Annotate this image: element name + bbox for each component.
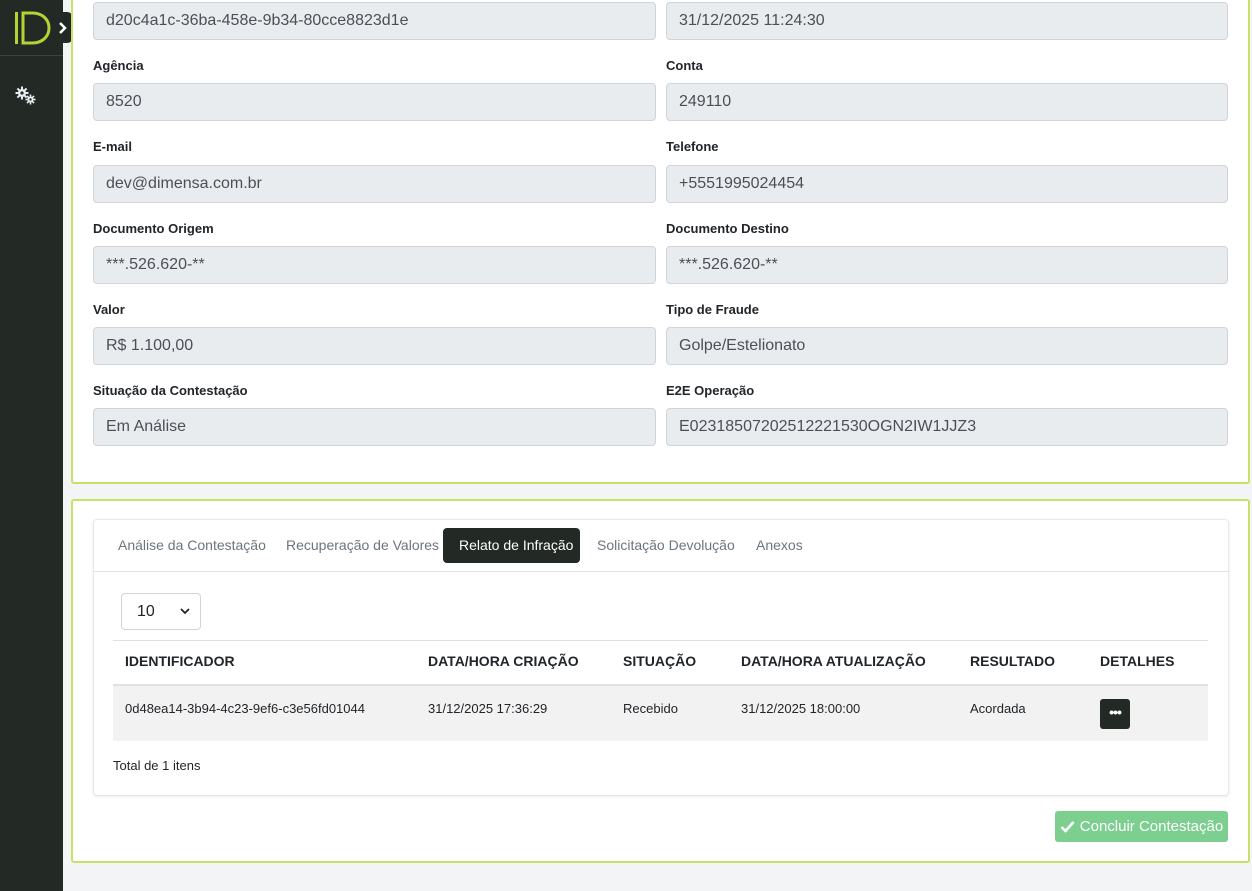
header-data-criacao: DATA/HORA CRIAÇÃO <box>428 653 579 669</box>
e2e-operacao-label: E2E Operação <box>666 383 755 398</box>
header-resultado: RESULTADO <box>970 653 1056 669</box>
tab-analise-contestacao[interactable]: Análise da Contestação <box>102 528 282 563</box>
cell-identificador: 0d48ea14-3b94-4c23-9ef6-c3e56fd01044 <box>125 701 365 716</box>
header-situacao: SITUAÇÃO <box>623 653 697 669</box>
conclude-contestation-button[interactable]: Concluir Contestação <box>1055 811 1228 842</box>
telefone-field[interactable]: +5551995024454 <box>666 165 1228 203</box>
situacao-field[interactable]: Em Análise <box>93 408 656 446</box>
identifier-field[interactable]: d20c4a1c-36ba-458e-9b34-80cce8823d1e <box>93 2 656 40</box>
sidebar-divider <box>0 55 63 56</box>
header-identificador: IDENTIFICADOR <box>125 653 235 669</box>
check-icon <box>1060 821 1075 833</box>
date-field[interactable]: 31/12/2025 11:24:30 <box>666 2 1228 40</box>
chevron-down-icon <box>180 608 190 615</box>
cell-data-atualizacao: 31/12/2025 18:00:00 <box>741 701 861 716</box>
page-size-value: 10 <box>137 603 155 620</box>
documento-destino-label: Documento Destino <box>666 221 789 236</box>
documento-origem-label: Documento Origem <box>93 221 214 236</box>
conclude-label: Concluir Contestação <box>1079 818 1224 835</box>
tab-relato-infracao[interactable]: Relato de Infração <box>443 528 580 563</box>
telefone-label: Telefone <box>666 139 719 154</box>
sidebar-toggle-button[interactable] <box>52 12 73 43</box>
cell-situacao: Recebido <box>623 701 678 716</box>
sidebar <box>0 0 63 891</box>
email-field[interactable]: dev@dimensa.com.br <box>93 165 656 203</box>
conta-field[interactable]: 249110 <box>666 83 1228 121</box>
valor-field[interactable]: R$ 1.100,00 <box>93 327 656 365</box>
d-logo[interactable] <box>12 9 52 47</box>
tabs-divider <box>93 571 1229 572</box>
header-data-atualizacao: DATA/HORA ATUALIZAÇÃO <box>741 653 926 669</box>
tab-solicitacao-devolucao[interactable]: Solicitação Devolução <box>581 528 751 563</box>
total-items: Total de 1 itens <box>113 758 201 773</box>
valor-label: Valor <box>93 302 125 317</box>
conta-label: Conta <box>666 58 703 73</box>
cell-data-criacao: 31/12/2025 17:36:29 <box>428 701 548 716</box>
page-size-select[interactable]: 10 <box>121 593 201 630</box>
documento-origem-field[interactable]: ***.526.620-** <box>93 246 656 284</box>
chevron-right-icon <box>58 21 67 34</box>
tipo-fraude-label: Tipo de Fraude <box>666 302 759 317</box>
details-button[interactable]: ••• <box>1100 699 1130 729</box>
header-detalhes: DETALHES <box>1100 653 1175 669</box>
gears-icon[interactable] <box>14 84 38 108</box>
documento-destino-field[interactable]: ***.526.620-** <box>666 246 1228 284</box>
agencia-field[interactable]: 8520 <box>93 83 656 121</box>
e2e-operacao-field[interactable]: E02318507202512221530OGN2IW1JJZ3 <box>666 408 1228 446</box>
tab-recuperacao-valores[interactable]: Recuperação de Valores <box>270 528 455 563</box>
cell-resultado: Acordada <box>970 701 1026 716</box>
tipo-fraude-field[interactable]: Golpe/Estelionato <box>666 327 1228 365</box>
email-label: E-mail <box>93 139 133 154</box>
agencia-label: Agência <box>93 58 144 73</box>
situacao-label: Situação da Contestação <box>93 383 248 398</box>
tab-anexos[interactable]: Anexos <box>740 528 819 563</box>
